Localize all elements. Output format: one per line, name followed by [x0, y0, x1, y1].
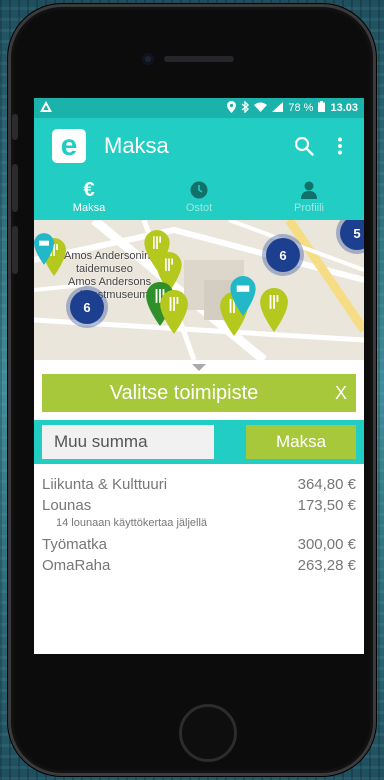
- balance-amount: 173,50 €: [297, 497, 356, 514]
- tab-maksa[interactable]: € Maksa: [34, 174, 144, 220]
- map-label-fi: Amos Andersonin taidemuseo: [64, 250, 151, 275]
- amount-input[interactable]: [42, 425, 214, 459]
- list-item: Liikunta & Kulttuuri 364,80 €: [42, 474, 356, 495]
- app-logo: e: [52, 129, 86, 163]
- euro-icon: €: [83, 178, 95, 201]
- bluetooth-icon: [241, 99, 250, 116]
- app-bar: e Maksa: [34, 118, 364, 174]
- earpiece-speaker: [164, 56, 234, 62]
- android-notification-icon: [40, 101, 227, 115]
- tab-profiili[interactable]: Profiili: [254, 174, 364, 220]
- search-icon[interactable]: [290, 132, 318, 160]
- location-icon: [227, 100, 237, 116]
- volume-up-button: [12, 164, 18, 212]
- signal-icon: [272, 101, 284, 115]
- page-title: Maksa: [104, 133, 169, 158]
- pay-button[interactable]: Maksa: [246, 425, 356, 459]
- balance-amount: 300,00 €: [297, 536, 356, 553]
- tab-ostot[interactable]: Ostot: [144, 174, 254, 220]
- balance-name: OmaRaha: [42, 557, 111, 574]
- volume-down-button: [12, 226, 18, 274]
- tab-label: Profiili: [294, 202, 324, 214]
- payment-row: Maksa: [34, 420, 364, 464]
- list-item: Työmatka 300,00 €: [42, 534, 356, 555]
- home-button[interactable]: [179, 704, 237, 762]
- battery-icon: [318, 101, 326, 115]
- battery-percentage: 78 %: [288, 102, 314, 114]
- map-view[interactable]: Amos Andersonin taidemuseo Amos Anderson…: [34, 220, 364, 360]
- status-bar: 78 % 13.03: [34, 98, 364, 118]
- person-icon: [301, 180, 317, 200]
- mute-switch: [12, 114, 18, 140]
- list-item: OmaRaha 263,28 €: [42, 555, 356, 576]
- balance-name: Liikunta & Kulttuuri: [42, 476, 168, 493]
- app-screen: 78 % 13.03 e Maksa € Maksa Ostot Profiil…: [34, 98, 364, 654]
- tab-label: Ostot: [185, 202, 213, 214]
- balance-note: 14 lounaan käyttökertaa jäljellä: [56, 517, 208, 529]
- select-location-label: Valitse toimipiste: [109, 381, 259, 404]
- front-camera: [142, 53, 154, 65]
- balance-list: Liikunta & Kulttuuri 364,80 € Lounas 173…: [34, 464, 364, 576]
- clock-icon: [190, 180, 208, 200]
- map-collapse-toggle[interactable]: [34, 360, 364, 374]
- select-location-button[interactable]: Valitse toimipiste X: [42, 374, 356, 412]
- balance-amount: 263,28 €: [297, 557, 356, 574]
- more-options-icon[interactable]: [326, 132, 354, 160]
- tab-label: Maksa: [72, 202, 106, 214]
- list-item: Lounas 173,50 €: [42, 495, 356, 516]
- chevron-down-icon: [192, 363, 206, 371]
- close-button[interactable]: X: [326, 383, 356, 404]
- balance-name: Työmatka: [42, 536, 108, 553]
- tab-bar: € Maksa Ostot Profiili: [34, 174, 364, 220]
- map-cluster-marker[interactable]: 6: [70, 290, 104, 324]
- balance-amount: 364,80 €: [297, 476, 356, 493]
- clock-time: 13.03: [330, 102, 358, 114]
- balance-name: Lounas: [42, 497, 92, 514]
- map-cluster-marker[interactable]: 6: [266, 238, 300, 272]
- wifi-icon: [254, 102, 268, 115]
